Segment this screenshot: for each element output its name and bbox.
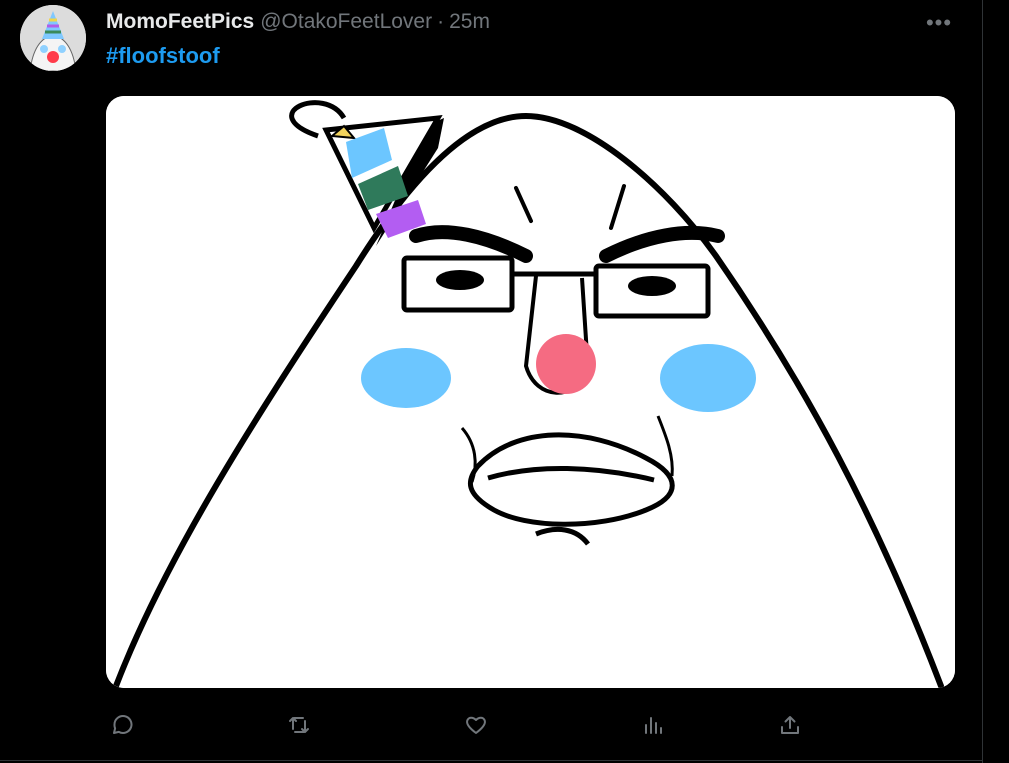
views-button[interactable] (636, 708, 670, 742)
hashtag-link[interactable]: #floofstoof (106, 43, 220, 69)
tweet-divider (0, 760, 982, 761)
tweet-image[interactable] (106, 96, 955, 688)
author-avatar[interactable] (20, 5, 86, 71)
author-handle[interactable]: @OtakoFeetLover (260, 10, 432, 34)
views-icon (645, 717, 662, 734)
meme-drawing (106, 96, 955, 688)
separator-dot: · (437, 10, 445, 33)
reply-button[interactable] (106, 708, 140, 742)
more-options-button[interactable]: ••• (924, 9, 954, 37)
column-divider (982, 0, 983, 763)
heart-icon (466, 716, 486, 734)
like-button[interactable] (459, 708, 493, 742)
tweet-actions (106, 708, 806, 742)
share-button[interactable] (773, 708, 807, 742)
retweet-button[interactable] (282, 708, 316, 742)
timestamp[interactable]: 25m (449, 10, 490, 34)
share-icon (781, 716, 799, 734)
author-name[interactable]: MomoFeetPics (106, 10, 254, 34)
more-icon: ••• (925, 10, 953, 35)
retweet-icon (289, 717, 309, 733)
reply-icon (113, 715, 133, 734)
tweet-header: MomoFeetPics @OtakoFeetLover · 25m (106, 8, 490, 36)
tweet-card[interactable]: MomoFeetPics @OtakoFeetLover · 25m ••• #… (0, 0, 982, 763)
